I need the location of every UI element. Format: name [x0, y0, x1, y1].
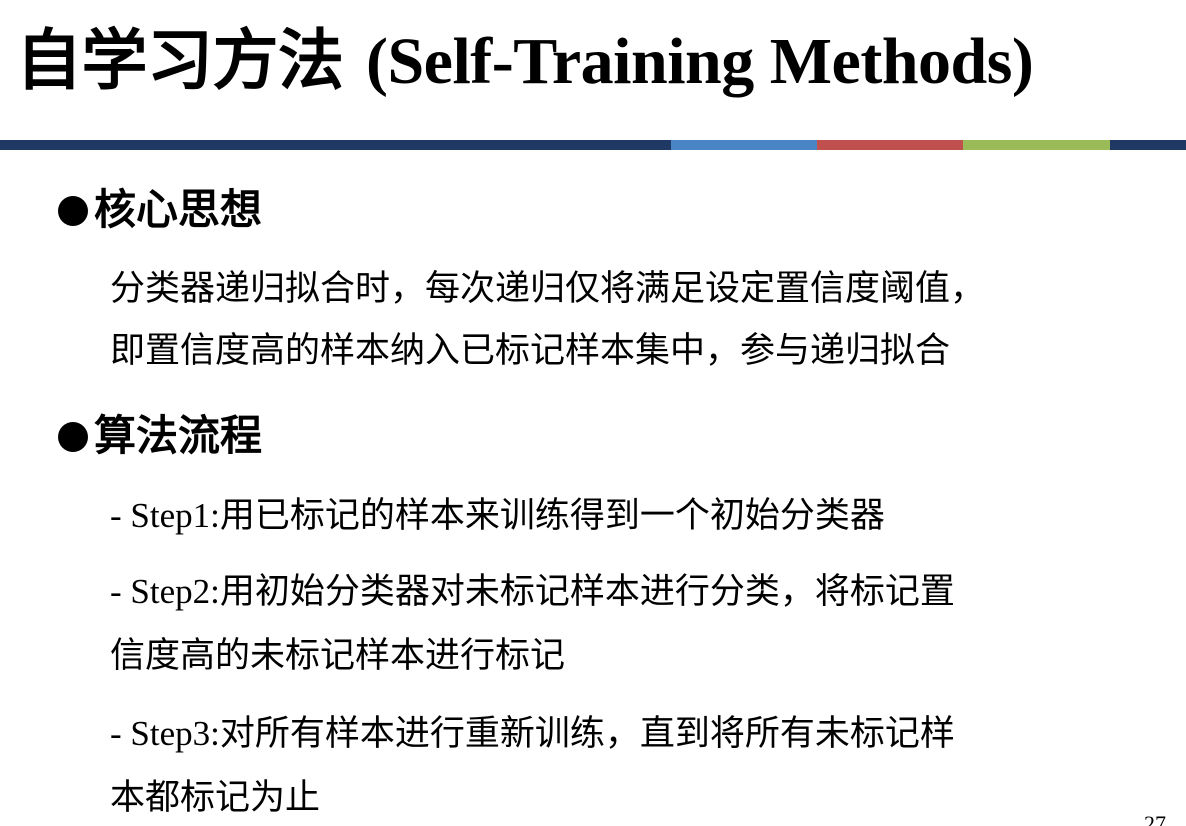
step-3-line-2: 本都标记为止	[110, 778, 321, 818]
divider-segment-blue	[671, 140, 817, 150]
step-3: - Step3:对所有样本进行重新训练，直到将所有未标记样 本都标记为止	[110, 702, 1130, 826]
step-3-line-1: - Step3:对所有样本进行重新训练，直到将所有未标记样	[110, 702, 1130, 766]
core-idea-text: 分类器递归拟合时，每次递归仅将满足设定置信度阈值， 即置信度高的样本纳入已标记样…	[110, 258, 1120, 382]
bullet-icon	[58, 422, 88, 452]
divider-segment-navy-right	[1110, 140, 1186, 150]
section-heading-algorithm-text: 算法流程	[94, 411, 263, 460]
bullet-icon	[58, 196, 88, 226]
core-idea-line: 即置信度高的样本纳入已标记样本集中，参与递归拟合	[110, 331, 951, 371]
slide-title-cn: 自学习方法	[16, 21, 344, 99]
page-number: 27	[1144, 811, 1166, 826]
core-idea-line: 分类器递归拟合时，每次递归仅将满足设定置信度阈值，	[110, 269, 986, 309]
divider-segment-green	[963, 140, 1110, 150]
step-1-text: 用已标记的样本来训练得到一个初始分类器	[219, 496, 885, 536]
step-2-text: 用初始分类器对未标记样本进行分类，将标记置	[219, 572, 955, 612]
divider-segment-navy-left	[0, 140, 671, 150]
step-1-prefix: - Step1:	[110, 496, 220, 535]
step-3-prefix: - Step3:	[110, 714, 220, 753]
step-2-line-2: 信度高的未标记样本进行标记	[110, 636, 566, 676]
step-2: - Step2:用初始分类器对未标记样本进行分类，将标记置 信度高的未标记样本进…	[110, 560, 1130, 688]
title-divider-bar	[0, 140, 1186, 150]
step-2-prefix: - Step2:	[110, 572, 220, 611]
slide-title-en: (Self-Training Methods)	[365, 25, 1034, 98]
slide-title: 自学习方法 (Self-Training Methods)	[16, 14, 1034, 108]
slide: 自学习方法 (Self-Training Methods) 核心思想 分类器递归…	[0, 0, 1186, 826]
section-heading-core-idea-text: 核心思想	[94, 185, 263, 234]
step-1: - Step1:用已标记的样本来训练得到一个初始分类器	[110, 484, 1130, 548]
step-1-line-1: - Step1:用已标记的样本来训练得到一个初始分类器	[110, 484, 1130, 548]
section-heading-algorithm: 算法流程	[58, 408, 262, 464]
section-heading-core-idea: 核心思想	[58, 182, 262, 238]
step-3-text: 对所有样本进行重新训练，直到将所有未标记样	[219, 714, 955, 754]
step-2-line-1: - Step2:用初始分类器对未标记样本进行分类，将标记置	[110, 560, 1130, 624]
divider-segment-red	[817, 140, 963, 150]
